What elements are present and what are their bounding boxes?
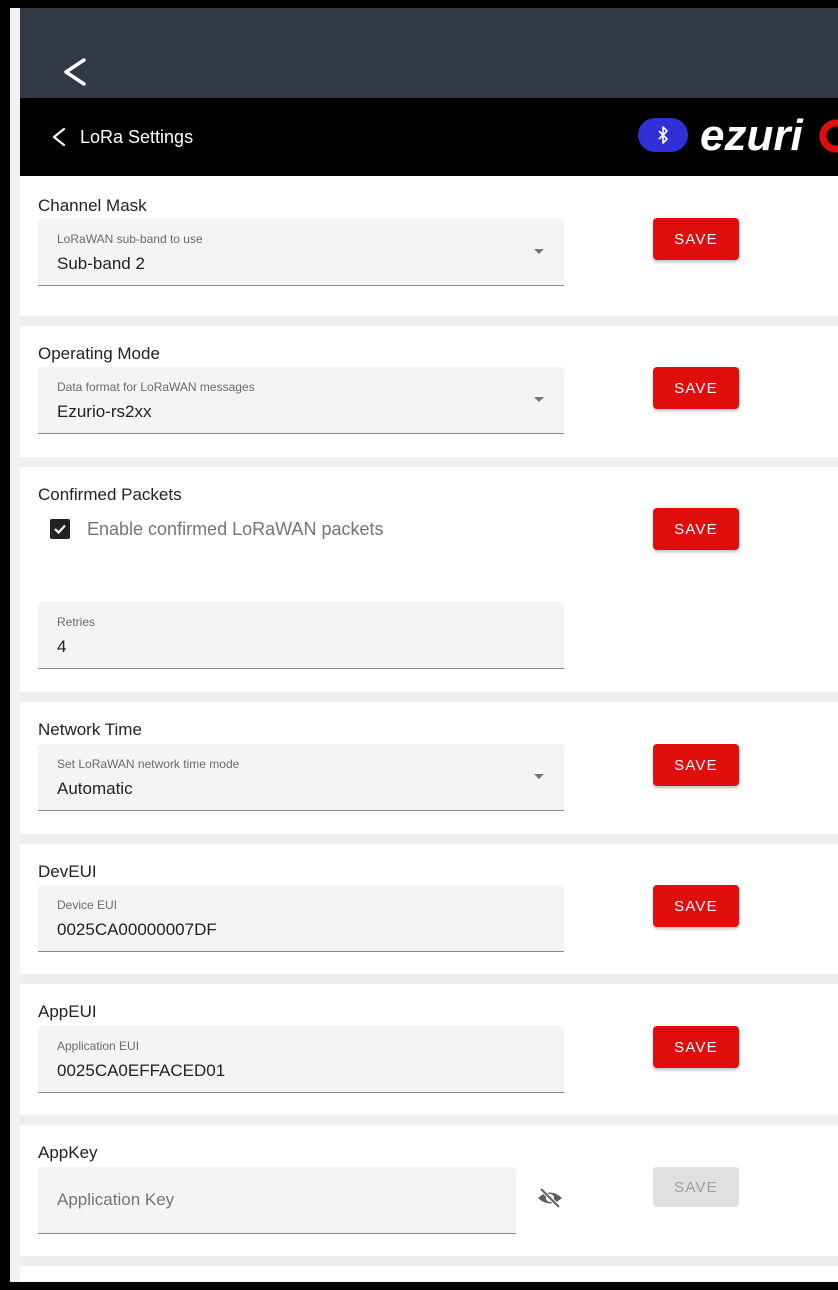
bluetooth-status-button[interactable]	[638, 118, 688, 152]
section-title: Confirmed Packets	[38, 485, 182, 504]
system-top-bar	[20, 8, 838, 98]
save-confirmed-packets-button[interactable]: SAVE	[653, 508, 739, 550]
dropdown-arrow-icon	[534, 249, 544, 254]
network-time-select[interactable]: Set LoRaWAN network time mode Automatic	[38, 744, 564, 811]
field-label: Retries	[57, 615, 96, 629]
confirmed-packets-section: Confirmed Packets Enable confirmed LoRaW…	[20, 467, 838, 692]
section-divider	[20, 457, 838, 467]
device-eui-input[interactable]: Device EUI 0025CA00000007DF	[38, 885, 564, 952]
section-divider	[20, 1115, 838, 1125]
app-key-section: AppKey Application Key SAVE	[20, 1125, 838, 1256]
operating-mode-section: Operating Mode Data format for LoRaWAN m…	[20, 326, 838, 457]
section-title: AppEUI	[38, 1002, 97, 1021]
settings-content: Channel Mask LoRaWAN sub-band to use Sub…	[20, 176, 838, 1282]
section-title: DevEUI	[38, 862, 97, 881]
field-label: LoRaWAN sub-band to use	[57, 232, 203, 246]
save-operating-mode-button[interactable]: SAVE	[653, 367, 739, 409]
retries-input[interactable]: Retries 4	[38, 602, 564, 669]
dev-eui-section: DevEUI Device EUI 0025CA00000007DF SAVE	[20, 844, 838, 974]
application-eui-input[interactable]: Application EUI 0025CA0EFFACED01	[38, 1026, 564, 1093]
field-value: 0025CA00000007DF	[57, 920, 217, 939]
section-title: Network Time	[38, 720, 142, 739]
field-value: 0025CA0EFFACED01	[57, 1061, 226, 1080]
visibility-off-icon[interactable]	[536, 1187, 564, 1209]
field-label: Application EUI	[57, 1039, 140, 1053]
app-screen: LoRa Settings ezuri Channel Mask LoRaWAN…	[10, 8, 838, 1282]
back-chevron-icon[interactable]	[50, 126, 68, 148]
application-key-input[interactable]: Application Key	[38, 1167, 516, 1234]
field-value: 4	[57, 637, 67, 656]
save-channel-mask-button[interactable]: SAVE	[653, 218, 739, 260]
section-divider	[20, 316, 838, 326]
field-value: Ezurio-rs2xx	[57, 402, 152, 421]
field-value: Automatic	[57, 779, 133, 798]
channel-mask-section: Channel Mask LoRaWAN sub-band to use Sub…	[20, 176, 838, 316]
app-bar: LoRa Settings ezuri	[20, 98, 838, 176]
checkbox-label: Enable confirmed LoRaWAN packets	[87, 519, 384, 539]
app-eui-section: AppEUI Application EUI 0025CA0EFFACED01 …	[20, 984, 838, 1115]
network-time-section: Network Time Set LoRaWAN network time mo…	[20, 702, 838, 834]
checkbox-checked-icon[interactable]	[50, 519, 70, 539]
field-placeholder: Application Key	[57, 1190, 175, 1209]
svg-text:ezuri: ezuri	[700, 111, 803, 160]
data-format-select[interactable]: Data format for LoRaWAN messages Ezurio-…	[38, 367, 564, 434]
ezurio-logo: ezuri	[700, 111, 838, 160]
bluetooth-icon	[658, 126, 668, 144]
sub-band-select[interactable]: LoRaWAN sub-band to use Sub-band 2	[38, 219, 564, 286]
page-title: LoRa Settings	[80, 127, 194, 147]
field-label: Set LoRaWAN network time mode	[57, 757, 240, 771]
section-title: Operating Mode	[38, 344, 160, 363]
save-app-eui-button[interactable]: SAVE	[653, 1026, 739, 1068]
section-divider	[20, 1256, 838, 1266]
save-network-time-button[interactable]: SAVE	[653, 744, 739, 786]
section-title: AppKey	[38, 1143, 98, 1162]
section-title: Channel Mask	[38, 196, 147, 215]
section-divider	[20, 692, 838, 702]
field-label: Device EUI	[57, 898, 118, 912]
section-divider	[20, 974, 838, 984]
dropdown-arrow-icon	[534, 774, 544, 779]
save-app-key-button[interactable]: SAVE	[653, 1167, 739, 1207]
save-dev-eui-button[interactable]: SAVE	[653, 885, 739, 927]
field-label: Data format for LoRaWAN messages	[57, 380, 255, 394]
dropdown-arrow-icon	[534, 397, 544, 402]
section-divider	[20, 834, 838, 844]
field-value: Sub-band 2	[57, 254, 145, 273]
back-arrow-icon[interactable]	[60, 52, 90, 92]
